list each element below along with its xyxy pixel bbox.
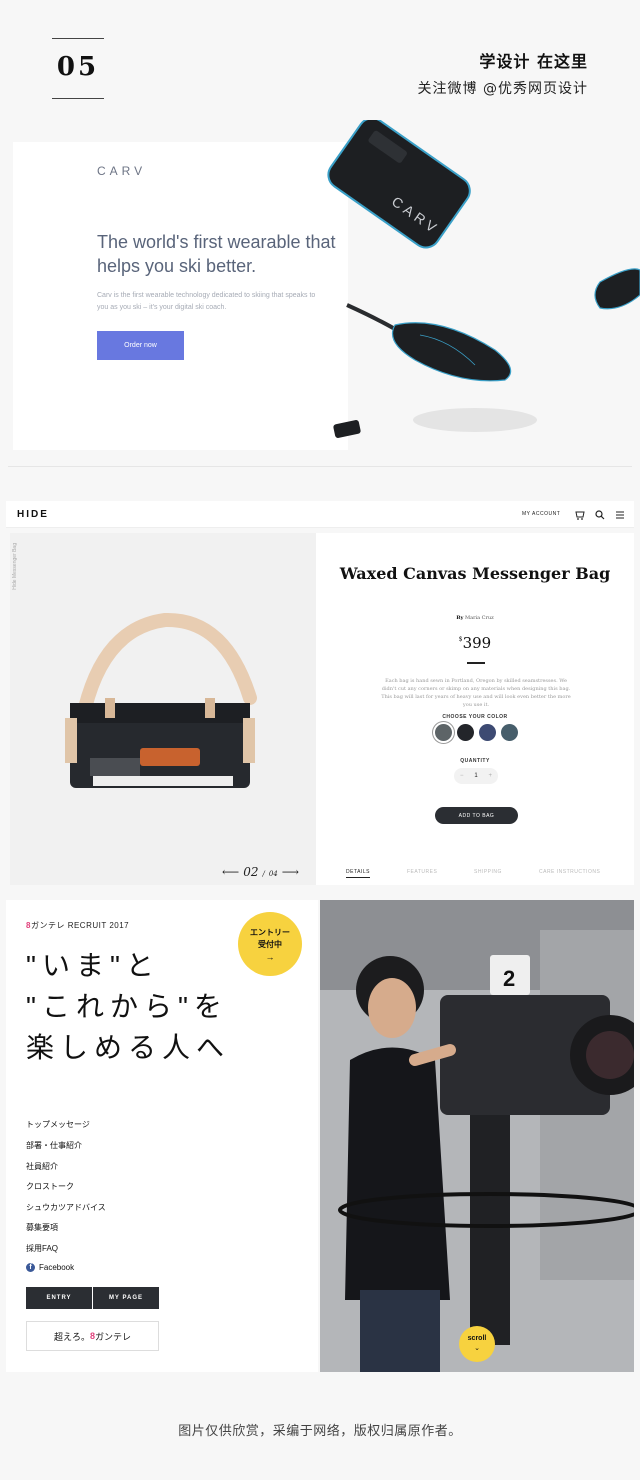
hide-logo[interactable]: HIDE — [17, 509, 49, 520]
camera-pedestal — [470, 1115, 510, 1345]
color-swatch-gray[interactable] — [435, 724, 452, 741]
recruit-headline: "いま"と "これから"を 楽しめる人へ — [26, 945, 230, 1068]
entry-button[interactable]: ENTRY — [26, 1287, 92, 1309]
carv-device-illustration: CARV — [327, 120, 640, 438]
messenger-bag-image — [65, 612, 257, 788]
scroll-label: scroll — [467, 1335, 487, 1342]
insole-shadow — [413, 408, 537, 432]
product-side-label: Hide Messenger Bag — [12, 543, 18, 590]
menu-advice[interactable]: シュウカツアドバイス — [26, 1202, 106, 1213]
person-face — [368, 978, 416, 1038]
cart-icon[interactable] — [573, 508, 587, 522]
bag-contents — [93, 776, 233, 786]
insole-sensor — [391, 322, 512, 382]
carv-description: Carv is the first wearable technology de… — [97, 292, 316, 311]
image-pager: ⟵ 02 / 04 ⟶ — [222, 865, 299, 879]
quantity-stepper: − 1 + — [454, 768, 498, 784]
tab-shipping[interactable]: SHIPPING — [474, 869, 502, 875]
headline-line-1: "いま"と — [26, 950, 160, 981]
entry-arrow-icon: → — [265, 952, 275, 962]
quantity-value[interactable]: 1 — [474, 773, 477, 779]
price-rule — [467, 662, 485, 664]
order-now-button[interactable]: Order now — [97, 331, 184, 360]
prev-arrow-icon[interactable]: ⟵ — [222, 865, 239, 879]
chevron-down-icon: ⌄ — [474, 1345, 480, 1352]
pager-current: 02 — [243, 865, 259, 879]
product-image-panel: Hide Messenger Bag ⟵ 02 / 04 ⟶ — [10, 533, 316, 885]
menu-requirements[interactable]: 募集要項 — [26, 1222, 58, 1233]
color-swatch-navy[interactable] — [479, 724, 496, 741]
insole-sensor-right — [594, 268, 640, 310]
person-jacket — [345, 1047, 450, 1300]
kantele-banner[interactable]: 超えろ。 8 ガンテレ — [26, 1321, 159, 1351]
search-icon[interactable] — [593, 508, 607, 522]
menu-staff[interactable]: 社員紹介 — [26, 1161, 58, 1172]
quantity-plus-button[interactable]: + — [488, 773, 492, 779]
banner-prefix: 超えろ。 — [53, 1331, 90, 1342]
facebook-icon: f — [26, 1263, 35, 1272]
number-top-rule — [52, 38, 104, 39]
product-author[interactable]: Maria Cruz — [465, 615, 494, 621]
header-title: 学设计 在这里 — [479, 52, 588, 71]
header-subtitle: 关注微博 @优秀网页设计 — [417, 81, 588, 97]
product-byline: By Maria Cruz — [316, 615, 634, 621]
kantele-recruit-panel: 8ガンテレ RECRUIT 2017 "いま"と "これから"を 楽しめる人へ … — [6, 900, 318, 1372]
scroll-button[interactable]: scroll ⌄ — [459, 1326, 495, 1362]
clip-accessory — [333, 420, 361, 438]
section-number: 05 — [56, 52, 100, 82]
my-page-button[interactable]: MY PAGE — [93, 1287, 159, 1309]
bag-pocket-orange — [140, 748, 200, 766]
facebook-label: Facebook — [39, 1263, 75, 1272]
carv-logo[interactable]: CARV — [97, 164, 146, 178]
carv-landing-card: CARV The world's first wearable that hel… — [13, 142, 348, 450]
number-bottom-rule — [52, 98, 104, 99]
camera-operator-photo: 2 scroll ⌄ — [320, 900, 634, 1372]
color-swatch-slate[interactable] — [501, 724, 518, 741]
recruit-header: 8ガンテレ RECRUIT 2017 — [26, 920, 129, 931]
pager-total: 04 — [268, 870, 278, 878]
tab-care-instructions[interactable]: CARE INSTRUCTIONS — [539, 869, 600, 875]
next-arrow-icon[interactable]: ⟶ — [282, 865, 299, 879]
product-price: $399 — [316, 634, 634, 652]
menu-faq[interactable]: 採用FAQ — [26, 1243, 58, 1254]
menu-facebook[interactable]: f Facebook — [26, 1263, 74, 1272]
menu-top-message[interactable]: トップメッセージ — [26, 1119, 90, 1130]
menu-cross-talk[interactable]: クロストーク — [26, 1181, 74, 1192]
sensor-cable — [346, 303, 402, 334]
color-label: CHOOSE YOUR COLOR — [442, 714, 508, 720]
product-description: Each bag is hand sewn in Portland, Orego… — [381, 678, 571, 708]
my-account-link[interactable]: MY ACCOUNT — [522, 511, 560, 517]
entry-badge[interactable]: エントリー 受付中 → — [238, 912, 302, 976]
add-to-bag-button[interactable]: ADD TO BAG — [435, 807, 518, 824]
quantity-minus-button[interactable]: − — [460, 773, 464, 779]
menu-icon[interactable] — [613, 508, 627, 522]
quantity-label: QUANTITY — [460, 758, 490, 764]
studio-photo: 2 — [320, 900, 634, 1372]
section-number-block: 05 — [52, 38, 104, 100]
pager-separator: / — [262, 870, 265, 878]
product-details-panel: Waxed Canvas Messenger Bag By Maria Cruz… — [316, 533, 634, 885]
bag-strap — [78, 612, 257, 715]
section-divider — [8, 466, 632, 467]
price-value: 399 — [462, 634, 492, 652]
product-title: Waxed Canvas Messenger Bag — [339, 564, 611, 583]
carv-tracker-device: CARV — [327, 120, 471, 249]
hide-navbar: HIDE MY ACCOUNT — [6, 501, 634, 528]
menu-departments[interactable]: 部署・仕事紹介 — [26, 1140, 82, 1151]
color-swatch-black[interactable] — [457, 724, 474, 741]
price-currency: $ — [458, 636, 463, 643]
brand-name[interactable]: ガンテレ — [31, 921, 65, 930]
headline-line-3: 楽しめる人へ — [26, 1032, 231, 1063]
tab-details[interactable]: DETAILS — [346, 869, 370, 878]
banner-brand: ガンテレ — [95, 1331, 132, 1342]
camera-number: 2 — [503, 966, 515, 991]
headline-line-2: "これから"を — [26, 991, 228, 1022]
entry-badge-line2: 受付中 — [258, 940, 282, 949]
recruit-label: RECRUIT 2017 — [67, 921, 130, 930]
byline-prefix: By — [456, 615, 464, 621]
copyright-note: 图片仅供欣赏，采编于网络，版权归属原作者。 — [178, 1424, 462, 1439]
entry-badge-line1: エントリー — [250, 928, 290, 937]
tab-features[interactable]: FEATURES — [407, 869, 437, 875]
